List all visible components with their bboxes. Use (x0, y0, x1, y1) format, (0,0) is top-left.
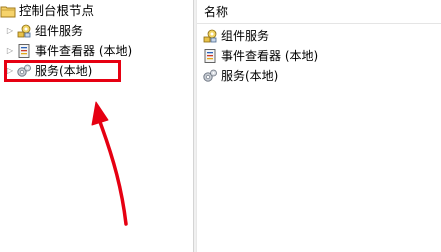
event-viewer-icon (202, 48, 218, 64)
details-list-pane: 名称 组件服务 事件查看器 (本地) 服务(本地) (197, 0, 441, 252)
list-item-component-services[interactable]: 组件服务 (202, 26, 269, 46)
component-services-icon (202, 28, 218, 44)
event-viewer-icon (16, 43, 32, 59)
highlight-box (4, 60, 121, 82)
list-item-event-viewer[interactable]: 事件查看器 (本地) (202, 46, 318, 66)
services-gear-icon (202, 68, 218, 84)
list-item-services-local[interactable]: 服务(本地) (202, 66, 278, 86)
list-item-label: 服务(本地) (221, 69, 279, 83)
column-header-label: 名称 (204, 4, 229, 19)
list-item-label: 事件查看器 (本地) (221, 49, 319, 63)
tree-item-event-viewer[interactable]: ▷ 事件查看器 (本地) (4, 41, 132, 61)
tree-item-label: 事件查看器 (本地) (35, 44, 133, 58)
tree-root-console-root[interactable]: 控制台根节点 (0, 1, 94, 21)
expand-chevron-icon[interactable]: ▷ (4, 45, 16, 57)
component-services-icon (16, 23, 32, 39)
expand-chevron-icon[interactable]: ▷ (4, 25, 16, 37)
folder-icon (0, 3, 16, 19)
column-header-name[interactable]: 名称 (197, 0, 441, 24)
tree-item-component-services[interactable]: ▷ 组件服务 (4, 21, 83, 41)
tree-item-label: 组件服务 (35, 24, 84, 38)
list-item-label: 组件服务 (221, 29, 270, 43)
tree-root-label: 控制台根节点 (19, 3, 95, 18)
console-tree-pane: 控制台根节点 ▷ 组件服务 ▷ 事件查看器 (本地) ▷ 服务(本地) (0, 0, 193, 252)
